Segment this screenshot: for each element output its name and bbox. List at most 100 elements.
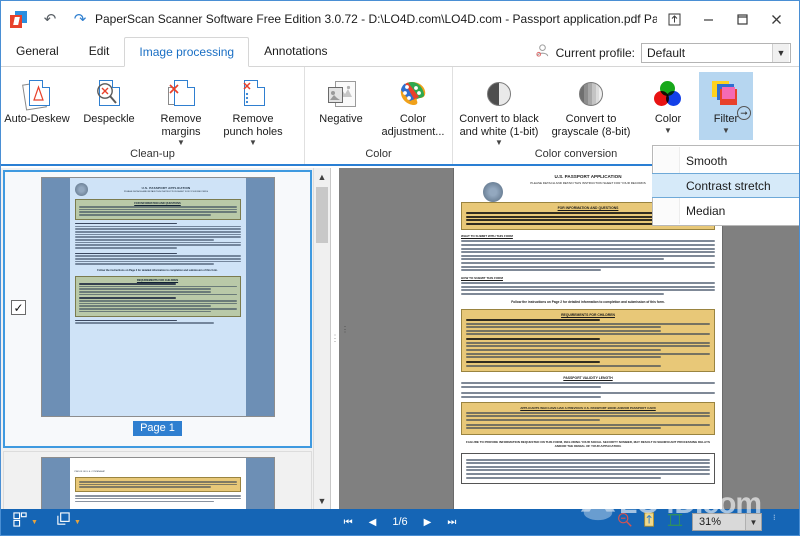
chevron-down-icon[interactable]: ▼ [772, 44, 789, 62]
remove-margins-label: Remove margins [160, 113, 202, 138]
viewer-grip-icon: ⋮ [341, 325, 349, 334]
tab-edit[interactable]: Edit [74, 36, 125, 66]
convert-grayscale-label: Convert to grayscale (8-bit) [551, 113, 631, 138]
previous-page-icon[interactable]: ◀ [369, 517, 377, 528]
window-controls [657, 1, 799, 37]
document-section-how-to-submit: HOW TO SUBMIT THIS FORM [461, 276, 715, 295]
remove-margins-icon [168, 75, 195, 113]
thumbnail-page-1[interactable]: U.S. PASSPORT APPLICATION PLEASE DETACH … [3, 170, 312, 448]
chevron-down-icon[interactable]: ▼ [495, 139, 503, 147]
document-section-previous-passport: APPLICANTS WHO HAVE HAD A PREVIOUS U.S. … [461, 401, 715, 435]
title-bar: ↶ ↷ PaperScan Scanner Software Free Edit… [1, 1, 799, 37]
paperscan-logo-icon [1, 1, 35, 37]
menu-item-contrast-stretch[interactable]: Contrast stretch [652, 173, 799, 198]
thumbnail-scrollbar-thumb[interactable] [316, 187, 328, 243]
last-page-icon[interactable]: ⏭ [447, 517, 456, 528]
color-adjustment-button[interactable]: Color adjustment... [377, 72, 449, 140]
first-page-icon[interactable]: ⏮ [344, 517, 353, 528]
chevron-down-icon[interactable]: ▼ [664, 126, 672, 135]
color-adjustment-palette-icon [399, 75, 427, 113]
next-page-icon[interactable]: ▶ [424, 517, 432, 528]
negative-label: Negative [319, 113, 363, 125]
minimize-icon[interactable] [691, 4, 725, 34]
convert-black-white-label: Convert to black and white (1-bit) [459, 113, 539, 138]
profile-select[interactable]: Default ▼ [641, 43, 791, 63]
tab-image-processing[interactable]: Image processing [124, 37, 250, 67]
ribbon-tab-strip: General Edit Image processing Annotation… [1, 37, 799, 67]
document-section-failure-notice: FAILURE TO PROVIDE INFORMATION REQUESTED… [466, 440, 710, 448]
document-section-warning [461, 453, 715, 485]
thumbnail-page-1-image: U.S. PASSPORT APPLICATION PLEASE DETACH … [40, 177, 275, 417]
remove-punch-holes-icon [240, 75, 266, 113]
page-indicator: 1/6 [392, 516, 408, 528]
auto-deskew-label: Auto-Deskew [4, 113, 70, 125]
black-white-circle-icon [487, 75, 511, 113]
tab-general[interactable]: General [1, 36, 74, 66]
chevron-up-icon[interactable]: ▲ [314, 168, 330, 185]
restore-up-icon[interactable] [657, 4, 691, 34]
current-profile-label: Current profile: [555, 46, 635, 60]
remove-punch-holes-label: Remove punch holes [223, 113, 283, 138]
thumbnail-page-1-content: U.S. PASSPORT APPLICATION PLEASE DETACH … [69, 178, 246, 416]
rgb-venn-icon [654, 75, 682, 113]
document-section-title: APPLICANTS WHO HAVE HAD A PREVIOUS U.S. … [520, 405, 656, 410]
page-navigation: ⏮ ◀ 1/6 ▶ ⏭ [1, 516, 799, 528]
auto-deskew-icon [22, 75, 50, 113]
window-title: PaperScan Scanner Software Free Edition … [95, 12, 657, 26]
negative-icon [328, 75, 356, 113]
ribbon-group-label-clean-up: Clean-up [130, 148, 175, 160]
despeckle-button[interactable]: Despeckle [73, 72, 145, 140]
document-section-validity: PASSPORT VALIDITY LENGTH [461, 376, 715, 398]
passport-seal-icon [483, 182, 503, 202]
thumbnail-page-2-image: PROOF OF U.S. CITIZENSHIP [40, 457, 275, 509]
document-section-what-to-submit: WHAT TO SUBMIT WITH THIS FORM [461, 234, 715, 272]
menu-item-median[interactable]: Median [653, 198, 799, 223]
remove-margins-button[interactable]: Remove margins ▼ [145, 72, 217, 147]
chevron-down-icon[interactable]: ▼ [314, 492, 330, 509]
maximize-icon[interactable] [725, 4, 759, 34]
ribbon-group-label-color: Color [365, 148, 392, 160]
filter-squares-icon [711, 75, 741, 113]
filter-dropdown-menu: Smooth Contrast stretch Median [652, 145, 799, 226]
close-icon[interactable] [759, 4, 793, 34]
thumbnail-page-2-content: PROOF OF U.S. CITIZENSHIP [69, 458, 246, 509]
ribbon-group-clean-up: Auto-Deskew Despeckle Remove margins ▼ R… [1, 67, 305, 164]
ribbon-group-color: Negative Color adjustment... Color [305, 67, 453, 164]
color-button[interactable]: Color ▼ [637, 72, 699, 140]
convert-black-white-button[interactable]: Convert to black and white (1-bit) ▼ [453, 72, 545, 147]
filter-button-label: Filter [713, 113, 739, 125]
chevron-down-icon[interactable]: ▼ [249, 139, 257, 147]
current-profile-control: Current profile: Default ▼ [535, 43, 799, 66]
document-section-title: PASSPORT VALIDITY LENGTH [563, 376, 613, 381]
status-bar: ▼ ▼ ⏮ ◀ 1/6 ▶ ⏭ 31% ▼ ⁝ [1, 509, 799, 535]
profile-selected-value: Default [647, 46, 686, 60]
convert-grayscale-button[interactable]: Convert to grayscale (8-bit) [545, 72, 637, 140]
color-button-label: Color [654, 113, 682, 125]
launch-arrow-icon[interactable]: ➞ [737, 106, 751, 120]
color-adjustment-label: Color adjustment... [381, 113, 445, 138]
redo-arrow-icon[interactable]: ↷ [65, 1, 95, 37]
auto-deskew-button[interactable]: Auto-Deskew [1, 72, 73, 140]
chevron-down-icon[interactable]: ▼ [722, 126, 730, 135]
application-window: ↶ ↷ PaperScan Scanner Software Free Edit… [0, 0, 800, 536]
menu-item-smooth[interactable]: Smooth [653, 148, 799, 173]
tab-annotations[interactable]: Annotations [249, 36, 342, 66]
document-section-title: HOW TO SUBMIT THIS FORM [461, 276, 503, 281]
chevron-down-icon[interactable]: ▼ [177, 139, 185, 147]
document-section-follow-instructions: Follow the instructions on Page 2 for de… [511, 299, 665, 304]
remove-punch-holes-button[interactable]: Remove punch holes ▼ [217, 72, 289, 147]
document-section-title: REQUIREMENTS FOR CHILDREN [561, 312, 615, 317]
panel-splitter[interactable]: ⋮ [331, 168, 340, 509]
negative-button[interactable]: Negative [305, 72, 377, 140]
thumbnail-panel[interactable]: U.S. PASSPORT APPLICATION PLEASE DETACH … [1, 168, 331, 509]
despeckle-label: Despeckle [83, 113, 135, 125]
thumbnail-scrollbar[interactable]: ▲ ▼ [313, 168, 330, 509]
thumbnail-page-2[interactable]: PROOF OF U.S. CITIZENSHIP [3, 451, 312, 509]
grayscale-circle-icon [579, 75, 603, 113]
undo-arrow-icon[interactable]: ↶ [35, 1, 65, 37]
document-section-requirements-children: REQUIREMENTS FOR CHILDREN [461, 308, 715, 373]
despeckle-icon [96, 75, 122, 113]
thumbnail-page-1-label: Page 1 [133, 421, 182, 436]
thumbnail-page-1-checkbox[interactable]: ✓ [11, 300, 26, 315]
seal-icon [74, 183, 88, 196]
